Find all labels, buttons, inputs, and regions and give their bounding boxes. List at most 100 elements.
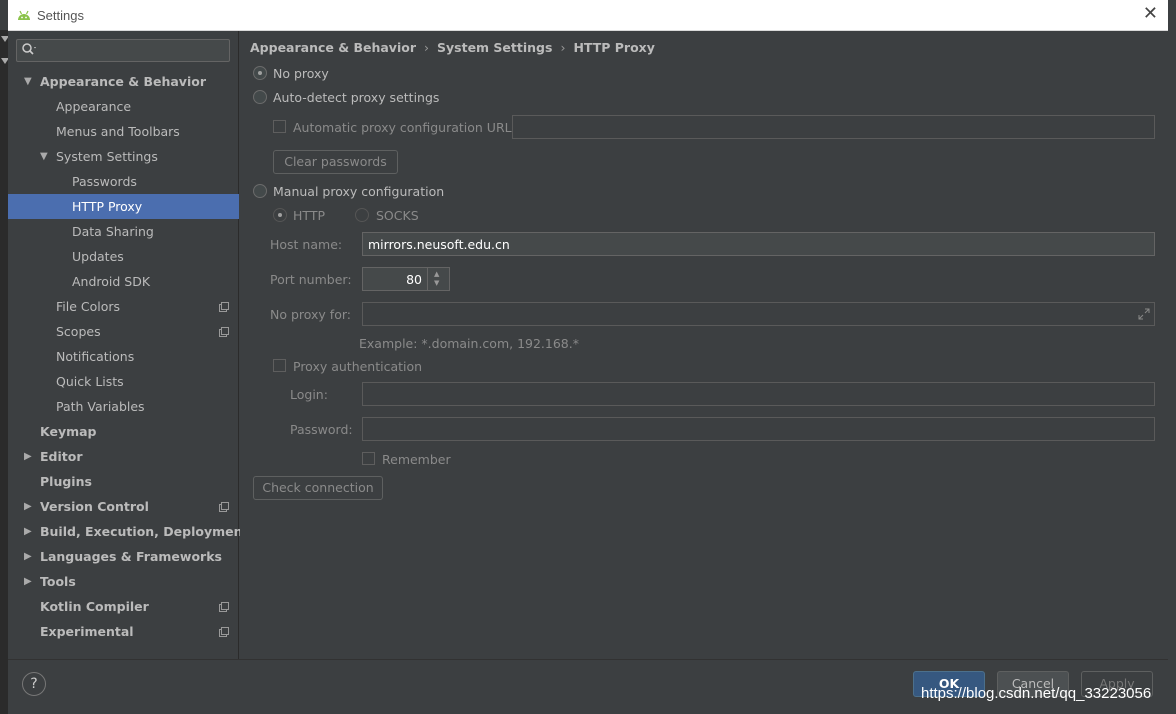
password-input[interactable] bbox=[362, 417, 1155, 441]
sidebar-item[interactable]: Android SDK bbox=[8, 269, 239, 294]
breadcrumb-item: HTTP Proxy bbox=[573, 40, 655, 55]
sidebar-item[interactable]: ▶ Tools bbox=[8, 569, 239, 594]
sidebar-item[interactable]: Path Variables bbox=[8, 394, 239, 419]
window-edge bbox=[1168, 0, 1176, 714]
sidebar-item-label: HTTP Proxy bbox=[72, 199, 143, 214]
sidebar-item[interactable]: Kotlin Compiler bbox=[8, 594, 239, 619]
no-proxy-label: No proxy bbox=[273, 66, 329, 81]
login-label: Login: bbox=[290, 387, 328, 402]
proxy-auth-checkbox[interactable] bbox=[273, 359, 286, 372]
remember-label: Remember bbox=[382, 452, 451, 467]
android-icon bbox=[18, 10, 30, 20]
help-button[interactable]: ? bbox=[22, 672, 46, 696]
sidebar-item-label: Appearance bbox=[56, 99, 132, 114]
watermark-text: https://blog.csdn.net/qq_33223056 bbox=[921, 685, 1152, 702]
sidebar-item-label: System Settings bbox=[56, 149, 158, 164]
project-scope-icon bbox=[219, 594, 229, 622]
sidebar-item[interactable]: ▼ Appearance & Behavior bbox=[8, 69, 239, 94]
sidebar-item[interactable]: Experimental bbox=[8, 619, 239, 644]
sidebar-item-label: Updates bbox=[72, 249, 124, 264]
sidebar-item-label: Menus and Toolbars bbox=[56, 124, 180, 139]
socks-label: SOCKS bbox=[376, 208, 419, 223]
project-scope-icon bbox=[219, 294, 229, 322]
collapsed-arrow-icon[interactable]: ▶ bbox=[24, 544, 32, 569]
search-input[interactable] bbox=[16, 39, 230, 62]
password-label: Password: bbox=[290, 422, 353, 437]
collapsed-arrow-icon[interactable]: ▶ bbox=[24, 494, 32, 519]
sidebar-item-label: Build, Execution, Deployment bbox=[40, 524, 249, 539]
breadcrumb-separator: › bbox=[560, 40, 566, 55]
auto-config-url-input[interactable] bbox=[512, 115, 1155, 139]
no-proxy-for-input[interactable] bbox=[362, 302, 1155, 326]
sidebar-item-label: Plugins bbox=[40, 474, 92, 489]
sidebar-item-label: Passwords bbox=[72, 174, 137, 189]
auto-config-url-checkbox[interactable] bbox=[273, 120, 286, 133]
no-proxy-example: Example: *.domain.com, 192.168.* bbox=[359, 336, 579, 351]
sidebar-item[interactable]: ▶ Version Control bbox=[8, 494, 239, 519]
socks-radio[interactable] bbox=[355, 208, 369, 222]
sidebar-item[interactable]: ▶ Build, Execution, Deployment bbox=[8, 519, 248, 544]
manual-proxy-radio[interactable] bbox=[253, 184, 267, 198]
sidebar-item[interactable]: File Colors bbox=[8, 294, 239, 319]
port-spinner[interactable]: ▲ ▼ bbox=[427, 267, 449, 291]
sidebar-item-label: Scopes bbox=[56, 324, 101, 339]
sidebar-item-label: Notifications bbox=[56, 349, 135, 364]
background-window-edge bbox=[0, 30, 9, 714]
no-proxy-radio[interactable] bbox=[253, 66, 267, 80]
sidebar-item-label: File Colors bbox=[56, 299, 121, 314]
port-number-stepper[interactable]: 80 ▲ ▼ bbox=[362, 267, 450, 291]
sidebar-item[interactable]: Menus and Toolbars bbox=[8, 119, 239, 144]
spin-down-icon[interactable]: ▼ bbox=[434, 279, 439, 287]
sidebar-item[interactable]: ▶ Languages & Frameworks bbox=[8, 544, 239, 569]
expanded-arrow-icon[interactable]: ▼ bbox=[40, 144, 48, 169]
sidebar-item[interactable]: Updates bbox=[8, 244, 239, 269]
sidebar-item-label: Android SDK bbox=[72, 274, 151, 289]
sidebar-item[interactable]: Data Sharing bbox=[8, 219, 239, 244]
clear-passwords-button[interactable]: Clear passwords bbox=[273, 150, 398, 174]
title-bar: Settings ✕ bbox=[8, 0, 1168, 31]
sidebar-item[interactable]: Keymap bbox=[8, 419, 239, 444]
host-name-input[interactable]: mirrors.neusoft.edu.cn bbox=[362, 232, 1155, 256]
sidebar-item-label: Keymap bbox=[40, 424, 97, 439]
sidebar-item-label: Editor bbox=[40, 449, 83, 464]
sidebar-item-label: Appearance & Behavior bbox=[40, 74, 206, 89]
http-radio[interactable] bbox=[273, 208, 287, 222]
sidebar-item[interactable]: Scopes bbox=[8, 319, 239, 344]
project-scope-icon bbox=[219, 619, 229, 647]
collapsed-arrow-icon[interactable]: ▶ bbox=[24, 519, 32, 544]
port-number-label: Port number: bbox=[270, 272, 352, 287]
sidebar-item-label: Path Variables bbox=[56, 399, 145, 414]
login-input[interactable] bbox=[362, 382, 1155, 406]
auto-detect-radio[interactable] bbox=[253, 90, 267, 104]
sidebar-item[interactable]: Appearance bbox=[8, 94, 239, 119]
window-title: Settings bbox=[37, 8, 84, 23]
collapsed-arrow-icon[interactable]: ▶ bbox=[24, 569, 32, 594]
close-icon[interactable]: ✕ bbox=[1143, 4, 1158, 24]
sidebar-item[interactable]: Passwords bbox=[8, 169, 239, 194]
sidebar-item[interactable]: HTTP Proxy bbox=[8, 194, 239, 219]
breadcrumb: Appearance & Behavior › System Settings › HT… bbox=[250, 40, 655, 55]
host-name-label: Host name: bbox=[270, 237, 343, 252]
sidebar-item[interactable]: Plugins bbox=[8, 469, 239, 494]
sidebar-item-label: Languages & Frameworks bbox=[40, 549, 222, 564]
auto-detect-label: Auto-detect proxy settings bbox=[273, 90, 440, 105]
http-proxy-panel: Appearance & Behavior › System Settings › HT… bbox=[240, 31, 1168, 659]
spin-up-icon[interactable]: ▲ bbox=[434, 270, 439, 278]
remember-checkbox[interactable] bbox=[362, 452, 375, 465]
manual-proxy-label: Manual proxy configuration bbox=[273, 184, 445, 199]
sidebar-item[interactable]: ▼ System Settings bbox=[8, 144, 239, 169]
expanded-arrow-icon[interactable]: ▼ bbox=[24, 69, 32, 94]
sidebar-item[interactable]: Quick Lists bbox=[8, 369, 239, 394]
no-proxy-for-label: No proxy for: bbox=[270, 307, 351, 322]
sidebar-item-label: Version Control bbox=[40, 499, 149, 514]
breadcrumb-item: System Settings bbox=[437, 40, 553, 55]
proxy-auth-label: Proxy authentication bbox=[293, 359, 423, 374]
check-connection-button[interactable]: Check connection bbox=[253, 476, 383, 500]
collapsed-arrow-icon[interactable]: ▶ bbox=[24, 444, 32, 469]
expand-icon[interactable] bbox=[1138, 308, 1150, 320]
sidebar-item[interactable]: Notifications bbox=[8, 344, 239, 369]
http-label: HTTP bbox=[293, 208, 325, 223]
settings-dialog: Settings ✕ ▼ Appearance & Behavior Appeara… bbox=[0, 0, 1176, 714]
sidebar-item-label: Experimental bbox=[40, 624, 134, 639]
sidebar-item[interactable]: ▶ Editor bbox=[8, 444, 239, 469]
